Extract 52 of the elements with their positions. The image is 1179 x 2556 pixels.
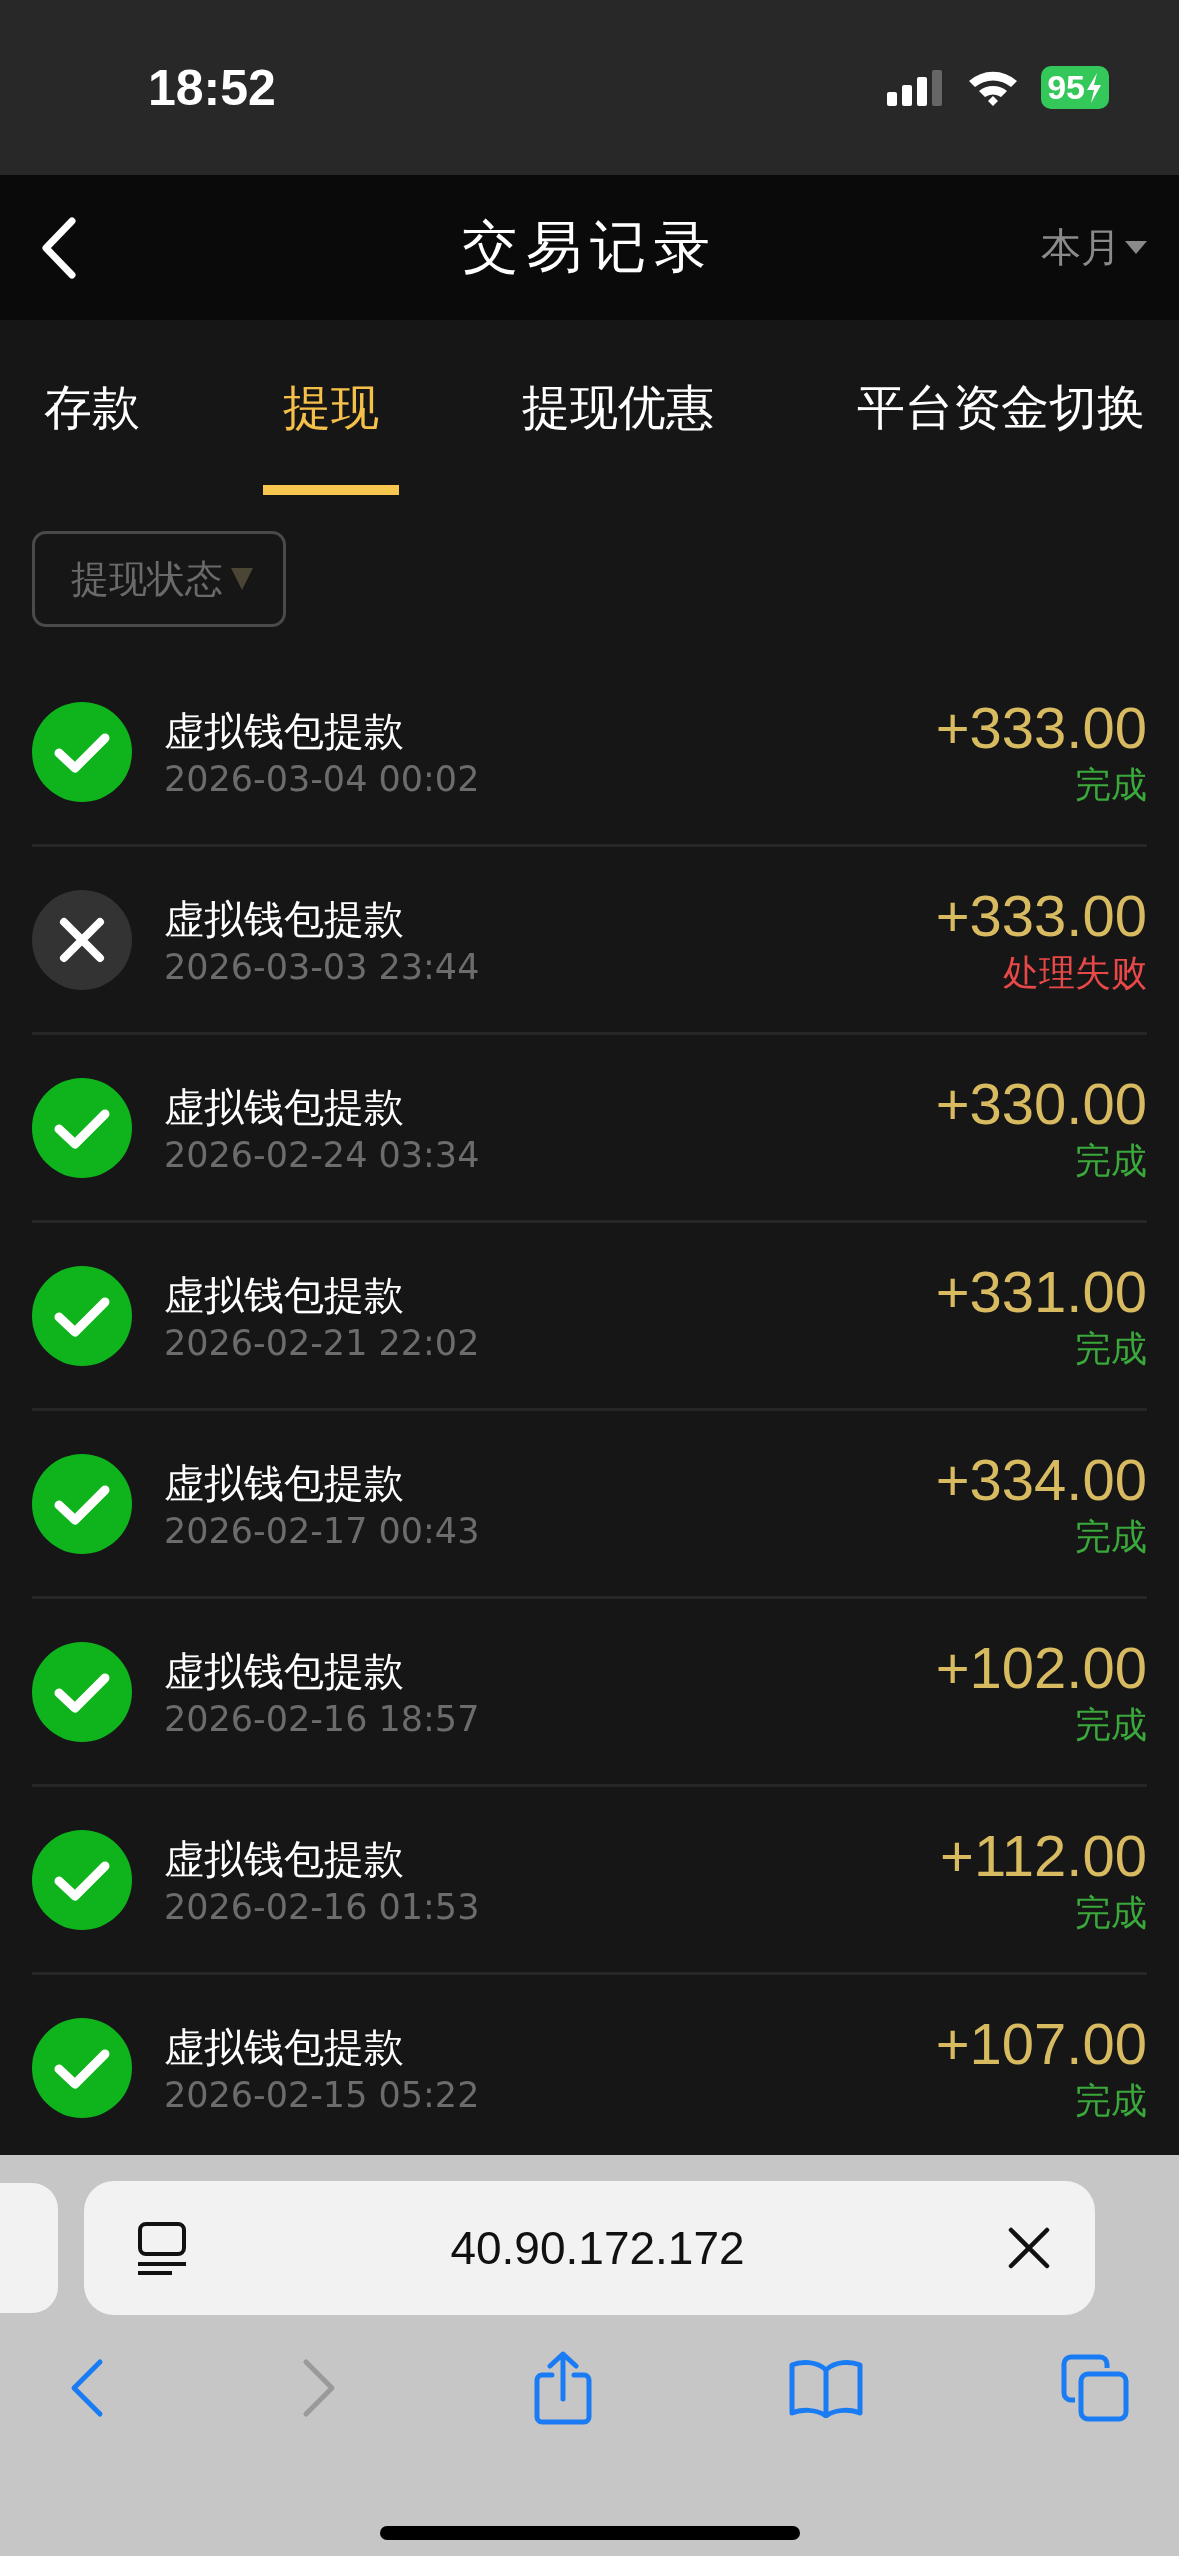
record-amount: +102.00 [935, 1633, 1147, 1701]
record-time: 2026-02-17 00:43 [164, 1511, 480, 1551]
record-amount: +333.00 [935, 881, 1147, 949]
tabs-icon[interactable] [1061, 2354, 1129, 2422]
caret-icon [1125, 240, 1147, 255]
tab[interactable]: 提现优惠 [502, 320, 734, 495]
url-text[interactable]: 40.90.172.172 [450, 2221, 745, 2275]
record-time: 2026-02-24 03:34 [164, 1135, 480, 1175]
close-icon[interactable] [1007, 2226, 1051, 2270]
forward-icon[interactable] [301, 2358, 336, 2418]
record-amount: +333.00 [935, 693, 1147, 761]
record-status: 完成 [1075, 762, 1147, 807]
tab[interactable]: 存款 [24, 320, 160, 495]
record-title: 虚拟钱包提款 [164, 1459, 405, 1508]
tab[interactable]: 提现 [263, 320, 399, 495]
record-title: 虚拟钱包提款 [164, 1647, 405, 1696]
record-time: 2026-02-16 18:57 [164, 1699, 480, 1739]
record-time: 2026-02-16 01:53 [164, 1887, 480, 1927]
bolt-icon [1085, 72, 1103, 103]
book-icon[interactable] [789, 2358, 864, 2418]
record-title: 虚拟钱包提款 [164, 2023, 405, 2072]
record-amount: +331.00 [935, 1257, 1147, 1325]
record-time: 2026-02-21 22:02 [164, 1323, 480, 1363]
record-amount: +112.00 [940, 1821, 1147, 1889]
record-title: 虚拟钱包提款 [164, 1835, 405, 1884]
page-title: 交易记录 [461, 212, 718, 281]
record-status: 完成 [1075, 2078, 1147, 2123]
record-time: 2026-03-03 23:44 [164, 947, 480, 987]
record-status: 完成 [1075, 1138, 1147, 1183]
record-status: 完成 [1075, 1890, 1147, 1935]
record-title: 虚拟钱包提款 [164, 895, 405, 944]
status-time: 18:52 [148, 58, 276, 117]
record-title: 虚拟钱包提款 [164, 1083, 405, 1132]
caret-icon [231, 566, 253, 592]
share-icon[interactable] [533, 2351, 592, 2425]
record-amount: +334.00 [935, 1445, 1147, 1513]
record-status: 完成 [1075, 1326, 1147, 1371]
battery-indicator: 95 [1041, 66, 1109, 109]
record-title: 虚拟钱包提款 [164, 1271, 405, 1320]
previous-tab-pill[interactable] [0, 2183, 58, 2313]
record-title: 虚拟钱包提款 [164, 707, 405, 756]
record-amount: +330.00 [935, 1069, 1147, 1137]
record-status: 完成 [1075, 1702, 1147, 1747]
record-time: 2026-03-04 00:02 [164, 759, 480, 799]
reader-icon[interactable] [136, 2220, 188, 2276]
record-status: 完成 [1075, 1514, 1147, 1559]
record-time: 2026-02-15 05:22 [164, 2075, 480, 2115]
record-amount: +107.00 [935, 2009, 1147, 2077]
tab[interactable]: 平台资金切换 [837, 320, 1165, 495]
record-status: 处理失败 [1003, 950, 1147, 995]
period-dropdown[interactable]: 本月 [1041, 220, 1147, 275]
address-bar[interactable]: 40.90.172.172 [84, 2181, 1095, 2315]
